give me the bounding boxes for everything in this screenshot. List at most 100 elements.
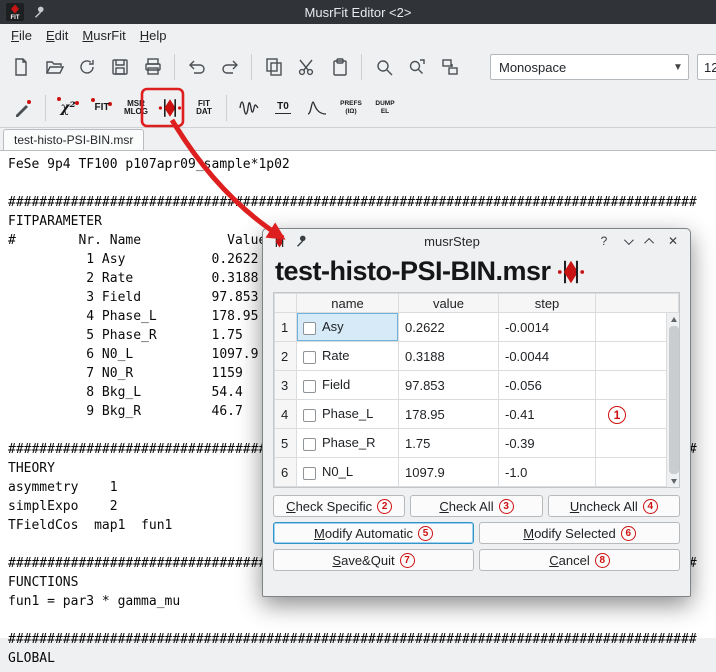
shade-button[interactable]	[619, 233, 635, 249]
scroll-up-icon[interactable]	[667, 313, 680, 325]
step-cell[interactable]: -1.0	[499, 458, 596, 487]
prefs-top-label: PREFS	[340, 100, 362, 108]
uncheck-all-button[interactable]: Uncheck All 4	[548, 495, 680, 517]
tab-msr-file[interactable]: test-histo-PSI-BIN.msr	[3, 129, 144, 150]
reload-icon[interactable]	[70, 51, 103, 84]
uncheck-all-label: Uncheck All	[570, 499, 638, 514]
row-number: 6	[275, 458, 297, 487]
step-cell[interactable]: -0.056	[499, 371, 596, 400]
mlog-label: MLOG	[124, 108, 148, 116]
font-family-combobox[interactable]: Monospace ▼	[490, 54, 689, 80]
fit-dat-icon[interactable]: FIT DAT	[187, 91, 221, 125]
value-cell[interactable]: 178.95	[399, 400, 499, 429]
fit-icon[interactable]: FIT	[85, 91, 119, 125]
name-cell[interactable]: Field	[297, 371, 399, 400]
chevron-down-icon	[623, 235, 633, 245]
print-icon[interactable]	[136, 51, 169, 84]
step-cell[interactable]: -0.41	[499, 400, 596, 429]
param-name: Phase_R	[322, 435, 375, 450]
menu-help[interactable]: Help	[133, 26, 174, 45]
value-cell[interactable]: 1097.9	[399, 458, 499, 487]
musrfit-app-icon[interactable]: FIT	[6, 3, 24, 21]
search-icon[interactable]	[367, 51, 400, 84]
menu-file[interactable]: File	[4, 26, 39, 45]
column-header-step[interactable]: step	[499, 294, 596, 313]
check-specific-label: Check Specific	[286, 499, 372, 514]
toolbar-separator	[226, 95, 227, 121]
msr-mlog-icon[interactable]: MSR MLOG	[119, 91, 153, 125]
check-specific-button[interactable]: Check Specific 2	[273, 495, 405, 517]
value-cell[interactable]: 0.3188	[399, 342, 499, 371]
table-row: 5 Phase_R 1.75 -0.39	[275, 429, 679, 458]
undo-icon[interactable]	[180, 51, 213, 84]
t0-icon[interactable]: T0	[266, 91, 300, 125]
toolbar-separator	[45, 95, 46, 121]
modify-automatic-label: Modify Automatic	[314, 526, 413, 541]
name-cell[interactable]: N0_L	[297, 458, 399, 487]
chevron-down-icon: ▼	[668, 62, 688, 73]
fit-label: FIT	[95, 102, 110, 113]
step-cell[interactable]: -0.0014	[499, 313, 596, 342]
column-header-value[interactable]: value	[399, 294, 499, 313]
checkbox[interactable]	[303, 351, 316, 364]
value-cell[interactable]: 97.853	[399, 371, 499, 400]
name-cell[interactable]: Rate	[297, 342, 399, 371]
dialog-buttons: Check Specific 2 Check All 3 Uncheck All…	[263, 488, 690, 571]
prefs-icon[interactable]: PREFS (ΙΩ)	[334, 91, 368, 125]
unshade-button[interactable]	[642, 233, 658, 249]
menu-musrfit[interactable]: MusrFit	[75, 26, 132, 45]
annotation-8: 8	[595, 553, 610, 568]
annotation-7: 7	[400, 553, 415, 568]
menu-edit[interactable]: Edit	[39, 26, 75, 45]
font-size-spinner[interactable]: 12	[697, 54, 716, 80]
name-cell[interactable]: Phase_L	[297, 400, 399, 429]
name-cell[interactable]: Phase_R	[297, 429, 399, 458]
checkbox[interactable]	[303, 322, 316, 335]
font-size-value: 12	[704, 60, 716, 75]
column-header-name[interactable]: name	[297, 294, 399, 313]
checkbox[interactable]	[303, 409, 316, 422]
save-icon[interactable]	[103, 51, 136, 84]
paste-icon[interactable]	[323, 51, 356, 84]
dump-icon[interactable]: DUMP EL	[368, 91, 402, 125]
replace-icon[interactable]	[433, 51, 466, 84]
copy-icon[interactable]	[257, 51, 290, 84]
cut-icon[interactable]	[290, 51, 323, 84]
step-cell[interactable]: -0.39	[499, 429, 596, 458]
modify-selected-button[interactable]: Modify Selected 6	[479, 522, 680, 544]
toolbar-separator	[174, 54, 175, 80]
musrt0-icon[interactable]	[6, 91, 40, 125]
dump-top-label: DUMP	[375, 100, 394, 108]
modify-automatic-button[interactable]: Modify Automatic 5	[273, 522, 474, 544]
fourier-icon[interactable]	[300, 91, 334, 125]
annotation-2: 2	[377, 499, 392, 514]
scrollbar-thumb[interactable]	[669, 326, 679, 474]
redo-icon[interactable]	[213, 51, 246, 84]
name-cell[interactable]: Asy	[297, 313, 399, 342]
step-cell[interactable]: -0.0044	[499, 342, 596, 371]
open-folder-icon[interactable]	[37, 51, 70, 84]
checkbox[interactable]	[303, 467, 316, 480]
table-scrollbar[interactable]	[666, 313, 679, 487]
scroll-down-icon[interactable]	[667, 475, 680, 487]
value-cell[interactable]: 1.75	[399, 429, 499, 458]
pin-icon[interactable]	[294, 234, 308, 248]
help-button[interactable]: ?	[596, 233, 612, 249]
row-number: 2	[275, 342, 297, 371]
cancel-button[interactable]: Cancel 8	[479, 549, 680, 571]
toolbar-separator	[251, 54, 252, 80]
chisq-icon[interactable]: χ²	[51, 91, 85, 125]
param-name: Rate	[322, 348, 349, 363]
checkbox[interactable]	[303, 380, 316, 393]
menubar: File Edit MusrFit Help	[0, 24, 716, 46]
checkbox[interactable]	[303, 438, 316, 451]
close-icon[interactable]: ✕	[665, 233, 681, 249]
new-document-icon[interactable]	[4, 51, 37, 84]
musrstep-icon[interactable]	[153, 91, 187, 125]
find-next-icon[interactable]	[400, 51, 433, 84]
musrview-icon[interactable]	[232, 91, 266, 125]
pin-icon[interactable]	[32, 5, 46, 19]
check-all-button[interactable]: Check All 3	[410, 495, 542, 517]
save-quit-button[interactable]: Save&Quit 7	[273, 549, 474, 571]
value-cell[interactable]: 0.2622	[399, 313, 499, 342]
